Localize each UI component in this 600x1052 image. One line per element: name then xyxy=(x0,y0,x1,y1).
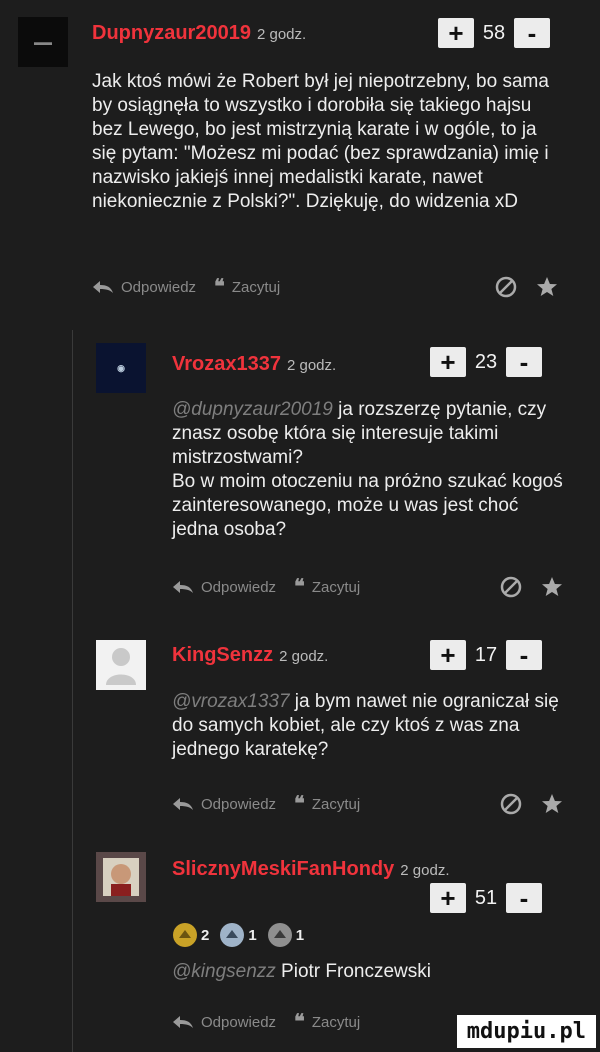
downvote-button[interactable]: - xyxy=(506,640,542,670)
username-text[interactable]: Vrozax1337 xyxy=(172,353,281,375)
quote-icon: ❝ xyxy=(214,276,225,298)
upvote-button[interactable]: + xyxy=(438,18,474,48)
vote-widget: + 23 - xyxy=(430,347,542,377)
watermark-logo: mdupiu.pl xyxy=(456,1015,596,1048)
badges: 2 1 1 xyxy=(172,922,304,948)
reply-label: Odpowiedz xyxy=(201,795,277,813)
reply-button[interactable]: Odpowiedz xyxy=(172,796,276,813)
upvote-button[interactable]: + xyxy=(430,883,466,913)
badge[interactable]: 1 xyxy=(219,922,257,948)
comment-actions: Odpowiedz ❝ Zacytuj xyxy=(92,277,298,297)
downvote-button[interactable]: - xyxy=(506,347,542,377)
quote-button[interactable]: ❝ Zacytuj xyxy=(294,794,360,814)
vote-widget: + 58 - xyxy=(438,18,550,48)
username[interactable]: KingSenzz 2 godz. xyxy=(172,644,328,667)
reply-icon xyxy=(173,581,193,593)
quote-icon: ❝ xyxy=(294,793,305,815)
downvote-button[interactable]: - xyxy=(506,883,542,913)
quote-button[interactable]: ❝ Zacytuj xyxy=(294,577,360,597)
comment-actions: Odpowiedz ❝ Zacytuj xyxy=(172,1012,378,1032)
quote-label: Zacytuj xyxy=(311,578,361,596)
comment-text: Jak ktoś mówi że Robert był jej niepotrz… xyxy=(92,71,549,212)
comment-actions: Odpowiedz ❝ Zacytuj xyxy=(172,577,378,597)
username-text[interactable]: KingSenzz xyxy=(172,644,273,666)
downvote-button[interactable]: - xyxy=(514,18,550,48)
username-text[interactable]: Dupnyzaur20019 xyxy=(92,22,251,44)
vote-count: 51 xyxy=(474,886,498,909)
reply-button[interactable]: Odpowiedz xyxy=(172,1014,276,1031)
username[interactable]: Dupnyzaur20019 2 godz. xyxy=(92,22,306,45)
user-photo-icon xyxy=(103,858,139,896)
quote-label: Zacytuj xyxy=(231,278,281,296)
username[interactable]: Vrozax1337 2 godz. xyxy=(172,353,336,376)
award-icon xyxy=(267,923,292,947)
timestamp: 2 godz. xyxy=(400,862,450,879)
reply-button[interactable]: Odpowiedz xyxy=(172,579,276,596)
timestamp: 2 godz. xyxy=(279,648,329,665)
comment-actions: Odpowiedz ❝ Zacytuj xyxy=(172,794,378,814)
vote-count: 58 xyxy=(482,21,506,44)
quote-icon: ❝ xyxy=(294,576,305,598)
quote-label: Zacytuj xyxy=(311,795,361,813)
quote-button[interactable]: ❝ Zacytuj xyxy=(294,1012,360,1032)
star-icon[interactable] xyxy=(540,792,564,816)
comment-text: @vrozax1337 ja bym nawet nie ograniczał … xyxy=(172,690,572,762)
mention-link[interactable]: @vrozax1337 xyxy=(172,691,290,712)
reply-icon xyxy=(173,798,193,810)
reply-label: Odpowiedz xyxy=(201,1013,277,1031)
badge[interactable]: 2 xyxy=(172,922,209,948)
quote-label: Zacytuj xyxy=(311,1013,361,1031)
mention-link[interactable]: @kingsenzz xyxy=(172,961,276,982)
reply-icon xyxy=(93,281,113,293)
award-icon xyxy=(173,923,197,947)
comment-tools xyxy=(500,575,564,599)
vote-count: 17 xyxy=(474,643,498,666)
award-icon xyxy=(220,923,245,947)
reply-label: Odpowiedz xyxy=(121,278,197,296)
star-icon[interactable] xyxy=(540,575,564,599)
badge-count: 1 xyxy=(295,926,305,944)
comment-text: @kingsenzz Piotr Fronczewski xyxy=(172,960,572,984)
avatar[interactable] xyxy=(96,852,146,902)
upvote-button[interactable]: + xyxy=(430,347,466,377)
username-text[interactable]: SlicznyMeskiFanHondy xyxy=(172,858,394,880)
timestamp: 2 godz. xyxy=(256,26,307,43)
avatar[interactable]: ◉ xyxy=(96,343,146,393)
avatar-logo-icon: ▬▬ xyxy=(34,37,52,47)
reply-label: Odpowiedz xyxy=(201,578,277,596)
comment-text: @dupnyzaur20019 ja rozszerzę pytanie, cz… xyxy=(172,398,567,542)
comment-tools xyxy=(495,275,559,299)
upvote-button[interactable]: + xyxy=(430,640,466,670)
star-icon[interactable] xyxy=(535,275,559,299)
report-icon[interactable] xyxy=(495,276,517,298)
badge-count: 2 xyxy=(201,926,210,944)
vote-widget: + 17 - xyxy=(430,640,542,670)
timestamp: 2 godz. xyxy=(286,357,337,374)
vote-count: 23 xyxy=(474,350,498,373)
quote-button[interactable]: ❝ Zacytuj xyxy=(214,277,280,297)
report-icon[interactable] xyxy=(500,793,522,815)
report-icon[interactable] xyxy=(500,576,522,598)
vote-widget: + 51 - xyxy=(430,883,542,913)
quote-icon: ❝ xyxy=(294,1011,305,1033)
thread-line xyxy=(72,330,73,1052)
username[interactable]: SlicznyMeskiFanHondy 2 godz. xyxy=(172,858,450,881)
reply-button[interactable]: Odpowiedz xyxy=(92,279,196,296)
comment-tools xyxy=(500,792,564,816)
default-avatar-icon xyxy=(106,648,136,685)
avatar-logo-icon: ◉ xyxy=(117,362,125,373)
badge-count: 1 xyxy=(248,926,257,944)
badge[interactable]: 1 xyxy=(267,922,304,948)
comment-body: Bo w moim otoczeniu na próżno szukać kog… xyxy=(172,471,563,540)
reply-icon xyxy=(173,1016,193,1028)
comment-body: Piotr Fronczewski xyxy=(275,961,431,982)
avatar[interactable]: ▬▬ xyxy=(18,17,68,67)
avatar[interactable] xyxy=(96,640,146,690)
mention-link[interactable]: @dupnyzaur20019 xyxy=(172,399,333,420)
